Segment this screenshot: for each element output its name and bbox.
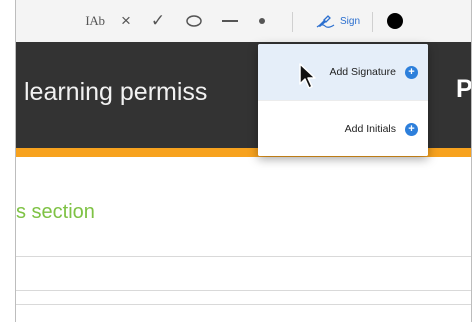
check-icon: ✓	[150, 11, 166, 30]
fill-sign-toolbar: IAb × ✓ Sign	[16, 0, 471, 43]
add-text-tool[interactable]: IAb	[78, 8, 112, 34]
form-line	[16, 290, 471, 291]
banner-title-right: Proje	[456, 75, 472, 103]
sign-label: Sign	[339, 15, 360, 27]
add-initials-item[interactable]: Add Initials +	[258, 100, 428, 156]
section-heading: s section	[16, 201, 95, 223]
text-tool-label: IAb	[85, 13, 105, 28]
line-icon	[222, 20, 238, 22]
color-swatch	[387, 13, 403, 29]
dot-icon	[259, 18, 265, 24]
cross-icon: ×	[121, 11, 131, 30]
form-line	[16, 256, 471, 257]
toolbar-divider	[292, 12, 293, 32]
line-tool[interactable]	[220, 8, 240, 34]
sign-dropdown-menu: Add Signature + Add Initials +	[258, 44, 428, 156]
banner-title: learning permiss	[24, 78, 208, 106]
color-picker-button[interactable]	[384, 8, 406, 34]
checkmark-tool[interactable]: ✓	[148, 8, 168, 34]
add-signature-item[interactable]: Add Signature +	[258, 44, 428, 100]
plus-circle-icon: +	[405, 122, 418, 136]
circle-tool[interactable]	[183, 8, 205, 34]
add-signature-label: Add Signature	[329, 66, 396, 78]
sign-button[interactable]: Sign	[309, 8, 367, 34]
circle-icon	[186, 15, 202, 27]
add-initials-label: Add Initials	[344, 123, 396, 135]
toolbar-divider	[372, 12, 373, 32]
mouse-pointer-icon	[299, 63, 316, 89]
pen-nib-icon	[316, 15, 335, 28]
document-frame: IAb × ✓ Sign learning permiss P s sectio…	[15, 0, 472, 322]
form-line	[16, 304, 471, 305]
dot-tool[interactable]	[253, 8, 271, 34]
plus-circle-icon: +	[405, 65, 418, 79]
cross-mark-tool[interactable]: ×	[116, 8, 136, 34]
